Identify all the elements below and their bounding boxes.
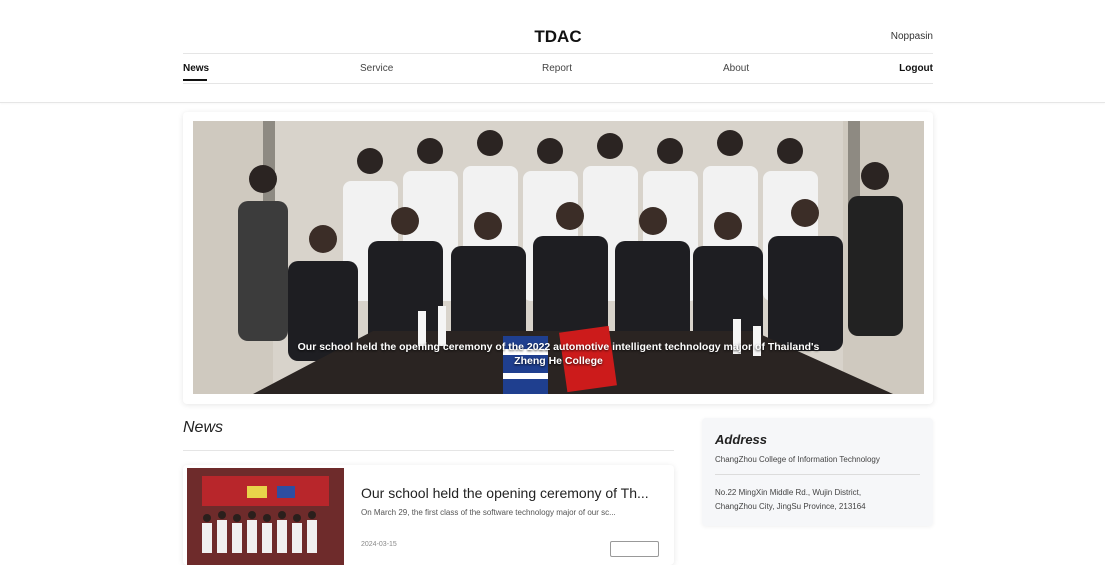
news-item-excerpt: On March 29, the first class of the soft… (361, 508, 616, 517)
nav-item-about[interactable]: About (723, 63, 749, 74)
logout-link[interactable]: Logout (899, 63, 933, 74)
nav-active-indicator (183, 79, 207, 81)
news-item-title[interactable]: Our school held the opening ceremony of … (361, 485, 649, 501)
nav-item-report[interactable]: Report (542, 63, 572, 74)
carousel-caption: Our school held the opening ceremony of … (297, 341, 820, 367)
group-photo[interactable]: Our school held the opening ceremony of … (193, 121, 924, 394)
news-thumbnail-illustration (187, 468, 344, 565)
address-organization: ChangZhou College of Information Technol… (715, 455, 880, 464)
news-card[interactable]: Our school held the opening ceremony of … (183, 465, 674, 565)
news-item-date: 2024-03-15 (361, 541, 397, 548)
brand-title[interactable]: TDAC (520, 27, 596, 47)
news-divider (183, 450, 674, 451)
hero-carousel: Our school held the opening ceremony of … (183, 112, 933, 404)
address-title: Address (715, 432, 768, 447)
read-more-button[interactable] (610, 541, 659, 557)
main-nav: News Service Report About Logout (183, 54, 933, 84)
site-header: TDAC Noppasin News Service Report About … (0, 0, 1105, 103)
address-line-1: No.22 MingXin Middle Rd., Wujin District… (715, 488, 862, 497)
news-section-heading: News (183, 419, 224, 436)
nav-item-news[interactable]: News (183, 63, 209, 74)
address-line-2: ChangZhou City, JingSu Province, 213164 (715, 502, 866, 511)
user-name[interactable]: Noppasin (891, 31, 933, 42)
news-thumbnail[interactable] (187, 468, 344, 565)
address-card: Address ChangZhou College of Information… (702, 418, 933, 526)
nav-item-service[interactable]: Service (360, 63, 393, 74)
address-divider (715, 474, 920, 475)
